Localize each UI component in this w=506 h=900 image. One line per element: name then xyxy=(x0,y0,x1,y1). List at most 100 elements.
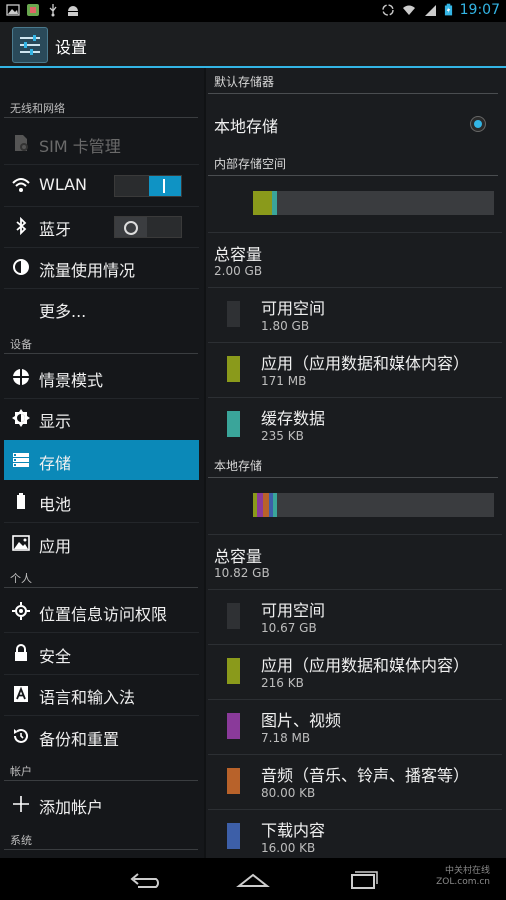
data-usage-icon xyxy=(13,259,29,275)
local-apps[interactable]: 应用（应用数据和媒体内容） 216 KB xyxy=(206,645,502,699)
bar-segment-apps xyxy=(253,191,272,215)
entry-value: 1.80 GB xyxy=(261,319,310,333)
picture-notification-icon xyxy=(6,4,20,16)
category-label: 设备 xyxy=(10,338,32,351)
internal-total-capacity[interactable]: 总容量 2.00 GB xyxy=(206,233,502,287)
entry-label: 图片、视频 xyxy=(261,711,342,730)
wifi-icon xyxy=(12,178,30,192)
sidebar-item-label: 情景模式 xyxy=(39,371,104,390)
sidebar-item-add-account[interactable]: 添加帐户 xyxy=(0,784,204,824)
category-personal: 个人 xyxy=(0,566,204,588)
color-swatch xyxy=(227,823,240,849)
sidebar-item-location[interactable]: 位置信息访问权限 xyxy=(0,591,204,631)
internal-storage-usage-bar xyxy=(253,191,494,215)
sidebar-item-security[interactable]: 安全 xyxy=(0,633,204,673)
bluetooth-toggle[interactable] xyxy=(114,216,182,238)
sidebar-item-label: 存储 xyxy=(39,454,72,473)
sidebar-item-wlan[interactable]: WLAN xyxy=(0,165,204,205)
entry-value: 216 KB xyxy=(261,676,304,690)
local-available-space[interactable]: 可用空间 10.67 GB xyxy=(206,590,502,644)
watermark: 中关村在线 ZOL.com.cn xyxy=(436,866,490,888)
storage-detail-pane: 默认存储器 本地存储 内部存储空间 总容量 2.00 GB 可用空间 1.80 … xyxy=(206,68,506,858)
settings-app-icon[interactable] xyxy=(12,27,48,63)
sidebar-item-label: 应用 xyxy=(39,537,72,556)
category-system: 系统 xyxy=(0,828,204,850)
sidebar-item-label: 位置信息访问权限 xyxy=(39,605,168,624)
back-icon[interactable] xyxy=(124,866,164,892)
radio-button[interactable] xyxy=(470,116,486,132)
local-total-capacity[interactable]: 总容量 10.82 GB xyxy=(206,535,502,589)
total-label: 总容量 xyxy=(214,245,263,264)
navigation-bar: 中关村在线 ZOL.com.cn xyxy=(0,858,506,900)
brightness-icon xyxy=(12,409,30,427)
entry-label: 可用空间 xyxy=(261,299,326,318)
watermark-line1: 中关村在线 xyxy=(444,866,490,876)
system-icons: 19:07 xyxy=(381,2,500,18)
sidebar-item-label: 显示 xyxy=(39,412,72,431)
usb-icon xyxy=(49,4,57,17)
default-storage-option[interactable]: 本地存储 xyxy=(206,96,502,150)
action-bar: 设置 xyxy=(0,22,506,68)
sidebar-item-sim[interactable]: SIM 卡管理 xyxy=(0,123,204,163)
sidebar-item-label: WLAN xyxy=(39,175,88,194)
home-icon[interactable] xyxy=(233,866,273,892)
category-label: 无线和网络 xyxy=(10,102,65,115)
color-swatch xyxy=(227,768,240,794)
local-audio[interactable]: 音频（音乐、铃声、播客等） 80.00 KB xyxy=(206,755,502,809)
entry-label: 音频（音乐、铃声、播客等） xyxy=(261,766,470,785)
entry-label: 应用（应用数据和媒体内容） xyxy=(261,354,470,373)
sidebar-item-label: 电池 xyxy=(39,495,72,514)
entry-value: 171 MB xyxy=(261,374,307,388)
section-internal-storage: 内部存储空间 xyxy=(206,150,502,176)
entry-value: 10.67 GB xyxy=(261,621,317,635)
sidebar-item-label: 流量使用情况 xyxy=(39,261,136,280)
section-header: 本地存储 xyxy=(214,459,263,473)
plus-icon xyxy=(13,796,29,812)
internal-available-space[interactable]: 可用空间 1.80 GB xyxy=(206,288,502,342)
app-notification-icon xyxy=(27,4,39,16)
entry-label: 缓存数据 xyxy=(261,409,326,428)
color-swatch xyxy=(227,713,240,739)
page-title: 设置 xyxy=(55,38,88,57)
wlan-toggle[interactable] xyxy=(114,175,182,197)
recent-apps-icon[interactable] xyxy=(342,866,382,892)
sidebar-item-apps[interactable]: 应用 xyxy=(0,523,204,563)
sidebar-item-bluetooth[interactable]: 蓝牙 xyxy=(0,206,204,246)
total-value: 10.82 GB xyxy=(214,566,270,580)
lock-icon xyxy=(15,644,27,661)
internal-apps[interactable]: 应用（应用数据和媒体内容） 171 MB xyxy=(206,343,502,397)
entry-value: 235 KB xyxy=(261,429,304,443)
notification-icons xyxy=(6,3,80,17)
sync-icon xyxy=(381,4,394,16)
clock: 19:07 xyxy=(459,2,500,18)
sidebar-item-profiles[interactable]: 情景模式 xyxy=(0,357,204,397)
local-downloads[interactable]: 下载内容 16.00 KB xyxy=(206,810,502,864)
sidebar-item-label: 更多... xyxy=(39,302,87,321)
sidebar-item-label: 语言和输入法 xyxy=(39,688,136,707)
color-swatch xyxy=(227,658,240,684)
category-device: 设备 xyxy=(0,332,204,354)
internal-cache[interactable]: 缓存数据 235 KB xyxy=(206,398,502,452)
total-label: 总容量 xyxy=(214,547,263,566)
sidebar-item-display[interactable]: 显示 xyxy=(0,398,204,438)
category-label: 系统 xyxy=(10,834,32,847)
bluetooth-icon xyxy=(16,217,27,235)
sidebar-item-battery[interactable]: 电池 xyxy=(0,481,204,521)
backup-restore-icon xyxy=(14,728,28,743)
category-wireless: 无线和网络 xyxy=(0,96,204,118)
android-icon xyxy=(68,6,78,16)
settings-category-list: 无线和网络 SIM 卡管理 WLAN 蓝牙 流量使用情况 更多... 设备 情景… xyxy=(0,68,204,858)
sidebar-item-label: 蓝牙 xyxy=(39,220,72,239)
sidebar-item-data-usage[interactable]: 流量使用情况 xyxy=(0,247,204,287)
local-pictures-videos[interactable]: 图片、视频 7.18 MB xyxy=(206,700,502,754)
entry-label: 下载内容 xyxy=(261,821,326,840)
entry-value: 7.18 MB xyxy=(261,731,311,745)
sidebar-item-backup[interactable]: 备份和重置 xyxy=(0,716,204,756)
sidebar-item-language[interactable]: 语言和输入法 xyxy=(0,674,204,714)
apps-icon xyxy=(12,535,30,551)
sidebar-item-storage[interactable]: 存储 xyxy=(4,440,199,480)
sidebar-item-more[interactable]: 更多... xyxy=(0,288,204,328)
total-value: 2.00 GB xyxy=(214,264,263,278)
section-header: 默认存储器 xyxy=(214,75,275,89)
color-swatch xyxy=(227,356,240,382)
